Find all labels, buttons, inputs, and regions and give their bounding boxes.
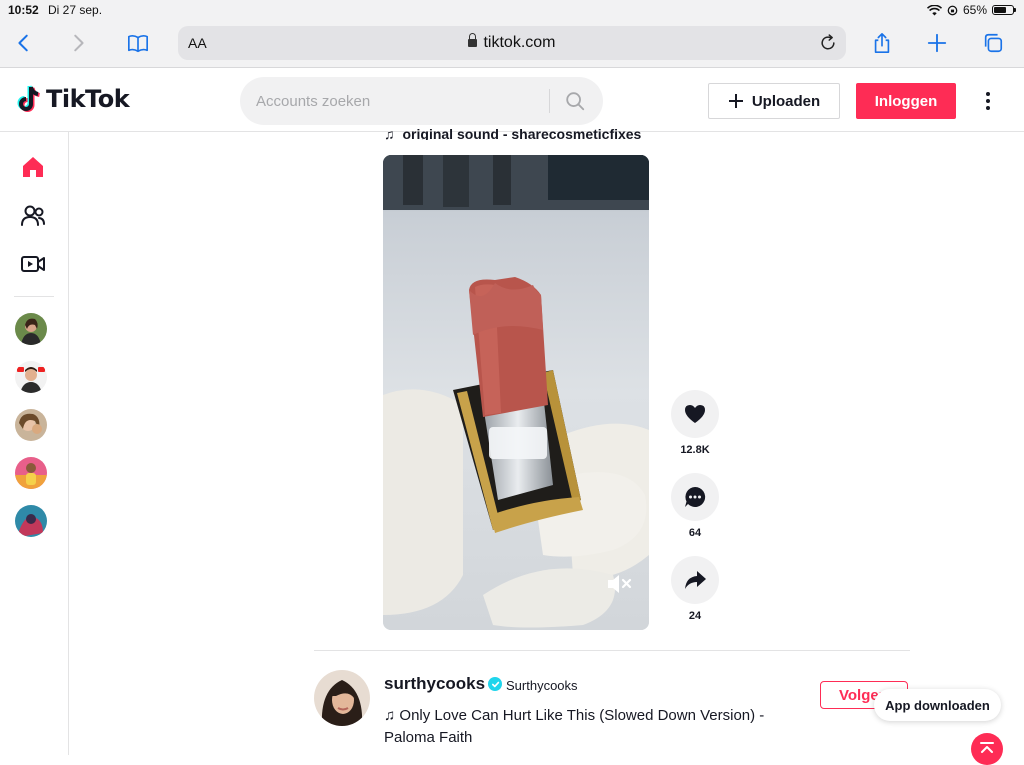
heart-icon	[685, 405, 705, 423]
feed-divider	[314, 650, 910, 651]
video-sound-label: original sound - sharecosmeticfixes	[402, 126, 642, 140]
comment-button[interactable]	[671, 473, 719, 521]
tiktok-note-icon	[17, 85, 40, 112]
suggested-account-avatar[interactable]	[15, 313, 47, 345]
back-button[interactable]	[8, 28, 40, 58]
tiktok-header: TikTok Uploaden Inloggen	[0, 68, 1024, 132]
suggested-account-avatar[interactable]	[15, 457, 47, 489]
share-icon	[874, 33, 890, 53]
plus-icon	[927, 33, 947, 53]
address-bar[interactable]: AA tiktok.com	[178, 26, 846, 60]
ios-status-bar: 10:52 Di 27 sep. 65%	[0, 0, 1024, 20]
wifi-icon	[926, 4, 942, 15]
following-icon[interactable]	[20, 203, 46, 229]
more-dot-icon	[986, 92, 990, 96]
tabs-icon	[984, 33, 1003, 53]
reload-icon[interactable]	[818, 33, 838, 53]
orientation-lock-icon	[947, 5, 958, 15]
comment-icon	[685, 486, 706, 507]
bookmarks-button[interactable]	[122, 28, 154, 58]
status-date: Di 27 sep.	[48, 3, 103, 17]
battery-percent: 65%	[962, 3, 987, 17]
video-frame	[383, 155, 649, 630]
scroll-to-top-button[interactable]	[971, 733, 1003, 765]
post-song[interactable]: ♫ Only Love Can Hurt Like This (Slowed D…	[384, 705, 814, 749]
more-dot-icon	[986, 99, 990, 103]
share-arrow-icon	[685, 571, 706, 589]
post-author-avatar[interactable]	[314, 670, 370, 726]
share-button[interactable]	[866, 28, 898, 58]
suggested-account-avatar[interactable]	[15, 361, 47, 393]
arrow-up-icon	[980, 742, 994, 753]
login-button[interactable]: Inloggen	[856, 83, 956, 119]
comment-action[interactable]: 64	[671, 473, 719, 539]
lock-icon	[468, 33, 478, 47]
url-text: tiktok.com	[483, 34, 556, 51]
forward-button[interactable]	[62, 28, 94, 58]
chevron-left-icon	[18, 34, 28, 52]
music-note-icon: ♫	[384, 707, 400, 724]
suggested-account-avatar[interactable]	[15, 409, 47, 441]
new-tab-button[interactable]	[921, 28, 953, 58]
post-nickname[interactable]: Surthycooks	[506, 678, 578, 693]
chevron-right-icon	[74, 34, 84, 52]
like-count: 12.8K	[680, 444, 710, 456]
battery-icon	[992, 5, 1016, 15]
post-song-label: Only Love Can Hurt Like This (Slowed Dow…	[384, 707, 765, 746]
search-input[interactable]	[256, 77, 536, 125]
tiktok-logo[interactable]: TikTok	[16, 84, 130, 114]
home-icon[interactable]	[20, 154, 46, 180]
sidebar	[0, 132, 69, 755]
upload-label: Uploaden	[751, 92, 821, 110]
status-indicators: 65%	[926, 3, 1016, 17]
tiktok-wordmark: TikTok	[46, 85, 130, 113]
music-note-icon: ♫	[384, 126, 395, 140]
live-icon[interactable]	[20, 251, 46, 277]
search-divider	[549, 89, 550, 113]
more-options-button[interactable]	[976, 88, 1000, 114]
search-icon[interactable]	[564, 90, 586, 112]
app-download-button[interactable]: App downloaden	[874, 689, 1001, 721]
search-box	[240, 77, 603, 125]
video-sound[interactable]: ♫ original sound - sharecosmeticfixes	[384, 126, 641, 140]
verified-badge-icon	[488, 677, 502, 691]
plus-icon	[728, 94, 743, 108]
video-player[interactable]	[383, 155, 649, 630]
share-count: 24	[688, 610, 702, 622]
share-action[interactable]: 24	[671, 556, 719, 622]
more-dot-icon	[986, 106, 990, 110]
like-action[interactable]: 12.8K	[671, 390, 719, 456]
tabs-button[interactable]	[977, 28, 1009, 58]
post-username[interactable]: surthycooks	[384, 674, 485, 694]
suggested-account-avatar[interactable]	[15, 505, 47, 537]
status-time: 10:52	[8, 3, 39, 17]
safari-toolbar: AA tiktok.com	[0, 20, 1024, 68]
share-video-button[interactable]	[671, 556, 719, 604]
book-icon	[128, 35, 148, 53]
mute-icon[interactable]	[605, 571, 633, 597]
comment-count: 64	[688, 527, 702, 539]
sidebar-divider	[14, 296, 54, 297]
upload-button[interactable]: Uploaden	[708, 83, 840, 119]
like-button[interactable]	[671, 390, 719, 438]
